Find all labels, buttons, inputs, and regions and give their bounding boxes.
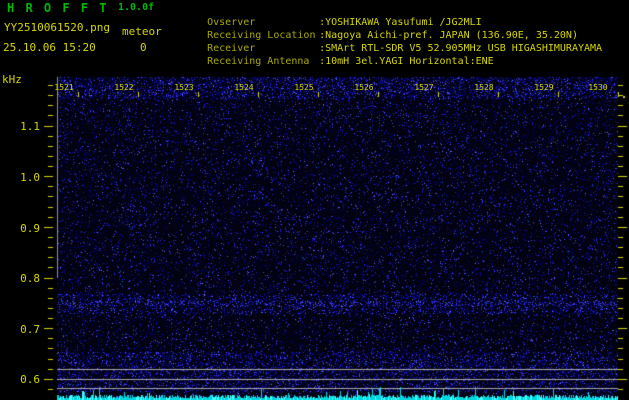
time-tick-label: 1530 [588,83,608,92]
time-tick-label: 1521 [54,83,74,92]
time-tick-label: 1526 [354,83,374,92]
antenna-value: :10mH 3el.YAGI Horizontal:ENE [319,56,494,67]
freq-tick-label: 1.0 [20,171,40,184]
output-filename: YY2510061520.png [4,21,110,34]
mode-label: meteor [122,25,162,38]
time-tick-label: 1525 [294,83,314,92]
time-tick-label: 1524 [234,83,254,92]
freq-tick-label: 0.8 [20,272,40,285]
time-tick-label: 1523 [174,83,194,92]
freq-tick-label: 0.7 [20,323,40,336]
hrofft-screen: H R O F F T 1.0.0f YY2510061520.png mete… [0,0,629,400]
time-tick-label: 1522 [114,83,134,92]
freq-axis-unit: kHz [2,73,22,86]
time-tick-label: 1528 [474,83,494,92]
freq-tick-label: 0.6 [20,373,40,386]
meteor-count: 0 [140,41,147,54]
datetime-label: 25.10.06 15:20 [3,41,96,54]
freq-tick-label: 1.1 [20,120,40,133]
app-title: H R O F F T [7,1,109,15]
freq-tick-label: 0.9 [20,222,40,235]
time-tick-label: 1529 [534,83,554,92]
app-version: 1.0.0f [118,2,155,13]
time-tick-label: 1527 [414,83,434,92]
info-row-antenna: Receiving Antenna :10mH 3el.YAGI Horizont… [183,47,494,77]
antenna-label: Receiving Antenna [207,56,310,67]
